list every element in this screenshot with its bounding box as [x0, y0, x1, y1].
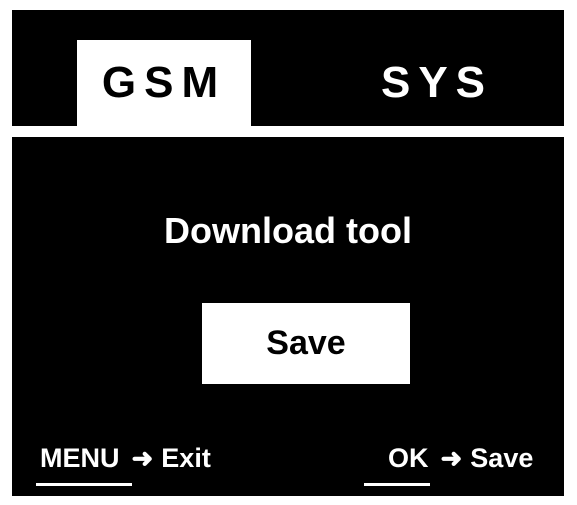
save-button[interactable]: Save [202, 303, 410, 384]
tab-gsm[interactable]: GSM [77, 40, 251, 126]
ok-action-label: Save [470, 442, 534, 473]
right-arrow-icon: ➜ [131, 442, 154, 473]
right-arrow-icon: ➜ [440, 442, 463, 473]
menu-action-label: Exit [161, 442, 211, 473]
tab-divider [12, 126, 564, 137]
ok-save-hint: OK ➜ Save [364, 438, 534, 486]
tab-sys[interactable]: SYS [372, 40, 502, 126]
menu-key-underline [36, 482, 132, 486]
ok-key-label: OK [388, 442, 429, 473]
ok-key[interactable]: OK [364, 442, 430, 486]
menu-key[interactable]: MENU [36, 442, 132, 486]
device-screen: GSM SYS Download tool Save MENU ➜ Exit O… [12, 10, 564, 496]
menu-exit-hint: MENU ➜ Exit [36, 438, 211, 486]
ok-key-underline [364, 482, 430, 486]
screen-title: Download tool [164, 210, 412, 251]
menu-key-label: MENU [40, 442, 120, 473]
